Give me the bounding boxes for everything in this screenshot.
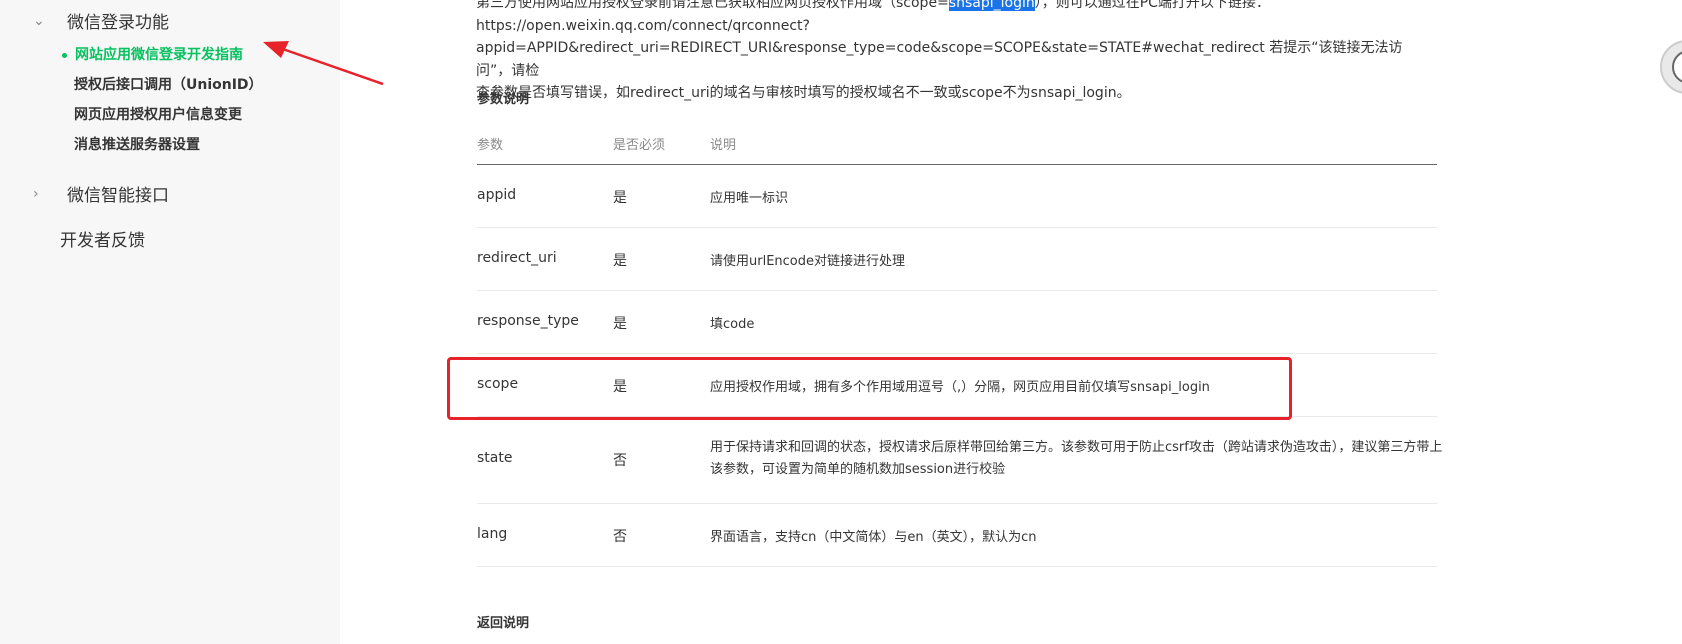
intro-paragraph: 第三方使用网站应用授权登录前请注意已获取相应网页授权作用域（scope=snsa… bbox=[476, 0, 1436, 105]
table-cell-desc: 填code bbox=[710, 317, 755, 332]
nav-group-label: 开发者反馈 bbox=[60, 231, 145, 251]
nav-group-label: 微信登录功能 bbox=[67, 13, 169, 33]
table-row-divider bbox=[477, 566, 1437, 567]
table-cell-param: state bbox=[477, 450, 513, 466]
table-header-param: 参数 bbox=[477, 138, 504, 153]
table-cell-param: response_type bbox=[477, 313, 579, 329]
intro-text: 第三方使用网站应用授权登录前请注意已获取相应网页授权作用域（scope= bbox=[476, 0, 949, 11]
table-cell-param: lang bbox=[477, 526, 508, 542]
table-cell-desc: 界面语言，支持cn（中文简体）与en（英文），默认为cn bbox=[710, 530, 1037, 545]
active-dot-icon bbox=[62, 52, 67, 58]
table-row-divider bbox=[477, 227, 1437, 228]
annotation-arrow-icon bbox=[263, 41, 384, 86]
table-row-divider bbox=[477, 353, 1437, 354]
table-cell-required: 是 bbox=[613, 190, 627, 206]
nav-item-unionid[interactable]: 授权后接口调用（UnionID） bbox=[74, 74, 263, 94]
intro-line-1: 第三方使用网站应用授权登录前请注意已获取相应网页授权作用域（scope=snsa… bbox=[476, 0, 1436, 15]
table-cell-desc: 请使用urlEncode对链接进行处理 bbox=[710, 254, 906, 269]
table-row-divider bbox=[477, 503, 1437, 504]
table-cell-required: 否 bbox=[613, 529, 627, 545]
selected-text: snsapi_login bbox=[948, 0, 1035, 11]
table-row-divider bbox=[477, 290, 1437, 291]
table-cell-required: 是 bbox=[613, 316, 627, 332]
table-header-desc: 说明 bbox=[710, 138, 737, 153]
intro-text: ），则可以通过在PC端打开以下链接： bbox=[1034, 0, 1270, 11]
nav-item-push-server[interactable]: 消息推送服务器设置 bbox=[74, 134, 200, 154]
help-icon: C bbox=[1672, 50, 1682, 84]
table-header-divider bbox=[477, 164, 1437, 165]
table-cell-param: appid bbox=[477, 187, 517, 203]
table-header-required: 是否必须 bbox=[613, 138, 666, 153]
chevron-right-icon: › bbox=[33, 185, 39, 202]
nav-group-smart-api[interactable]: › 微信智能接口 bbox=[33, 181, 169, 207]
params-section-title: 参数说明 bbox=[477, 92, 530, 107]
annotation-highlight-box bbox=[447, 357, 1292, 420]
nav-item-feedback[interactable]: 开发者反馈 bbox=[60, 226, 145, 251]
table-cell-required: 否 bbox=[613, 453, 627, 469]
nav-group-label: 微信智能接口 bbox=[67, 186, 169, 206]
nav-item-label: 授权后接口调用（UnionID） bbox=[74, 77, 263, 93]
table-cell-required: 是 bbox=[613, 253, 627, 269]
nav-item-label: 网站应用微信登录开发指南 bbox=[75, 47, 243, 63]
intro-line-4: 查参数是否填写错误，如redirect_uri的域名与审核时填写的授权域名不一致… bbox=[476, 85, 1131, 102]
floating-help-button[interactable]: C bbox=[1660, 40, 1682, 94]
nav-item-label: 网页应用授权用户信息变更 bbox=[74, 107, 242, 123]
sidebar: ⌄ 微信登录功能 网站应用微信登录开发指南 授权后接口调用（UnionID） 网… bbox=[0, 0, 340, 644]
nav-item-website-login-guide[interactable]: 网站应用微信登录开发指南 bbox=[62, 44, 243, 64]
table-cell-desc: 应用唯一标识 bbox=[710, 191, 789, 206]
intro-line-2: https://open.weixin.qq.com/connect/qrcon… bbox=[476, 17, 810, 34]
table-cell-param: redirect_uri bbox=[477, 250, 557, 266]
nav-group-wechat-login[interactable]: ⌄ 微信登录功能 bbox=[33, 8, 169, 34]
intro-line-3: appid=APPID&redirect_uri=REDIRECT_URI&re… bbox=[476, 40, 1403, 79]
return-section-title: 返回说明 bbox=[477, 616, 530, 631]
nav-item-user-info-change[interactable]: 网页应用授权用户信息变更 bbox=[74, 104, 242, 124]
table-cell-desc: 用于保持请求和回调的状态，授权请求后原样带回给第三方。该参数可用于防止csrf攻… bbox=[710, 440, 1443, 477]
chevron-down-icon: ⌄ bbox=[33, 12, 45, 29]
nav-item-label: 消息推送服务器设置 bbox=[74, 137, 200, 153]
